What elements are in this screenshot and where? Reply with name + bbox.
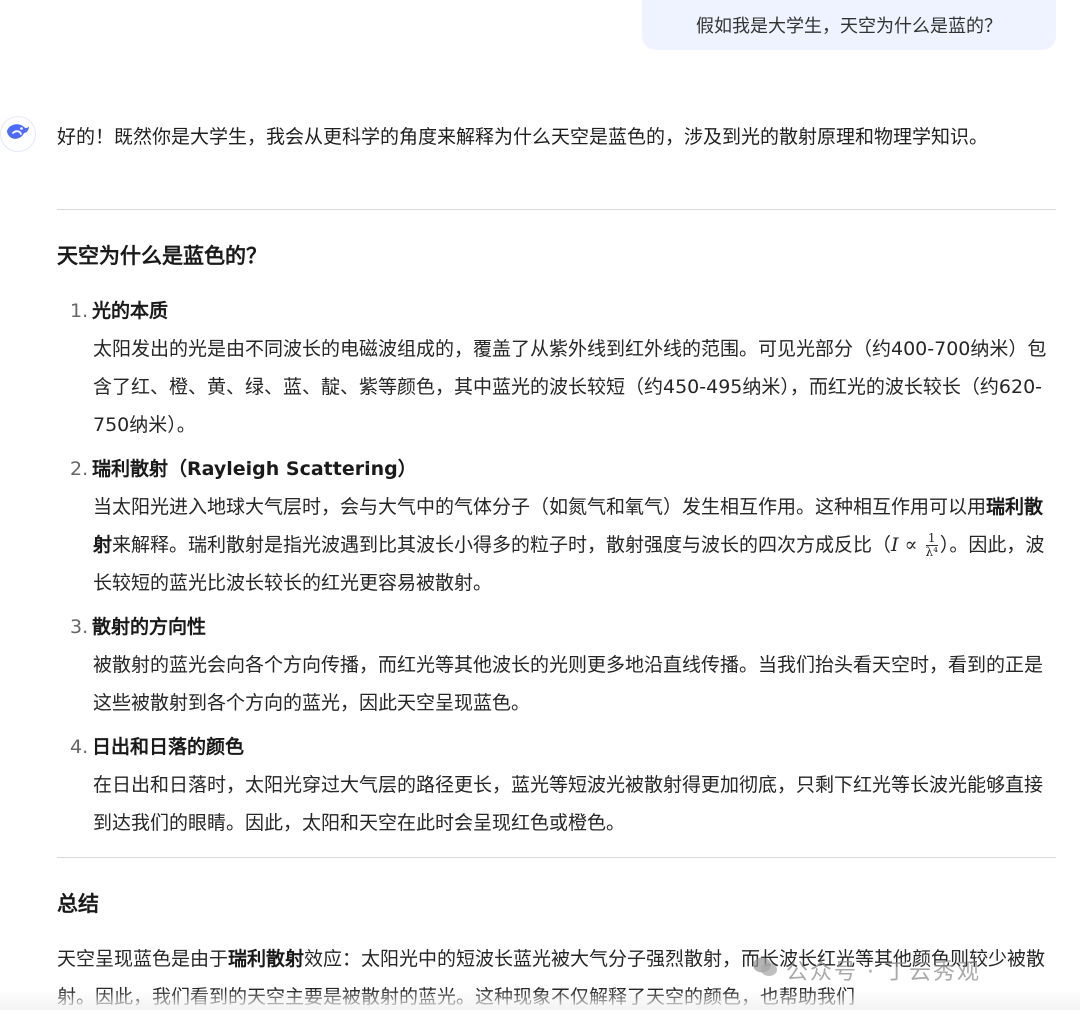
fraction-denominator: λ⁴ xyxy=(925,545,938,559)
formula-operator: ∝ xyxy=(904,534,918,556)
assistant-intro: 好的！既然你是大学生，我会从更科学的角度来解释为什么天空是蓝色的，涉及到光的散射… xyxy=(57,126,989,148)
list-number: 4. xyxy=(70,736,89,758)
list-item-body: 太阳发出的光是由不同波长的电磁波组成的，覆盖了从紫外线到红外线的范围。可见光部分… xyxy=(93,338,1047,436)
formula-fraction: 1 λ⁴ xyxy=(926,532,938,559)
assistant-avatar xyxy=(0,116,36,152)
chat-page: 假如我是大学生，天空为什么是蓝的？ 好的！既然你是大学生，我会从更科学的角度来解… xyxy=(0,0,1080,1010)
formula-variable: I xyxy=(891,534,899,556)
body-text: 来解释。瑞利散射是指光波遇到比其波长小得多的粒子时，散射强度与波长的四次方成反比… xyxy=(112,534,892,556)
list-item: 4. 日出和日落的颜色 在日出和日落时，太阳光穿过大气层的路径更长，蓝光等短波光被… xyxy=(70,728,1055,842)
divider xyxy=(57,857,1056,858)
section-title-summary: 总结 xyxy=(57,892,99,916)
list-item-body: 当太阳光进入地球大气层时，会与大气中的气体分子（如氮气和氧气）发生相互作用。这种… xyxy=(70,488,1055,602)
deepseek-whale-icon xyxy=(5,121,31,147)
body-text: 天空呈现蓝色是由于 xyxy=(57,948,229,970)
list-number: 2. xyxy=(70,458,89,480)
list-item-body: 被散射的蓝光会向各个方向传播，而红光等其他波长的光则更多地沿直线传播。当我们抬头… xyxy=(93,654,1044,714)
list-item-title: 瑞利散射（Rayleigh Scattering） xyxy=(92,458,417,480)
bold-term: 瑞利散射 xyxy=(228,948,305,970)
user-message-bubble: 假如我是大学生，天空为什么是蓝的？ xyxy=(642,0,1056,50)
divider xyxy=(57,209,1056,210)
list-item-title: 日出和日落的颜色 xyxy=(92,736,245,758)
user-message-text: 假如我是大学生，天空为什么是蓝的？ xyxy=(696,16,1002,37)
section-title-why-blue: 天空为什么是蓝色的？ xyxy=(57,244,267,268)
list-number: 1. xyxy=(70,300,89,322)
fraction-numerator: 1 xyxy=(925,531,938,546)
list-item: 1. 光的本质 太阳发出的光是由不同波长的电磁波组成的，覆盖了从紫外线到红外线的范… xyxy=(70,292,1055,444)
bottom-fade xyxy=(0,990,1080,1010)
list-item-title: 散射的方向性 xyxy=(92,616,207,638)
list-item: 2. 瑞利散射（Rayleigh Scattering） 当太阳光进入地球大气层时… xyxy=(70,450,1055,602)
list-item-title: 光的本质 xyxy=(92,300,169,322)
list-number: 3. xyxy=(70,616,89,638)
body-text: 当太阳光进入地球大气层时，会与大气中的气体分子（如氮气和氧气）发生相互作用。这种… xyxy=(93,496,987,518)
list-item-body: 在日出和日落时，太阳光穿过大气层的路径更长，蓝光等短波光被散射得更加彻底，只剩下… xyxy=(93,774,1044,834)
list-item: 3. 散射的方向性 被散射的蓝光会向各个方向传播，而红光等其他波长的光则更多地沿直… xyxy=(70,608,1055,722)
